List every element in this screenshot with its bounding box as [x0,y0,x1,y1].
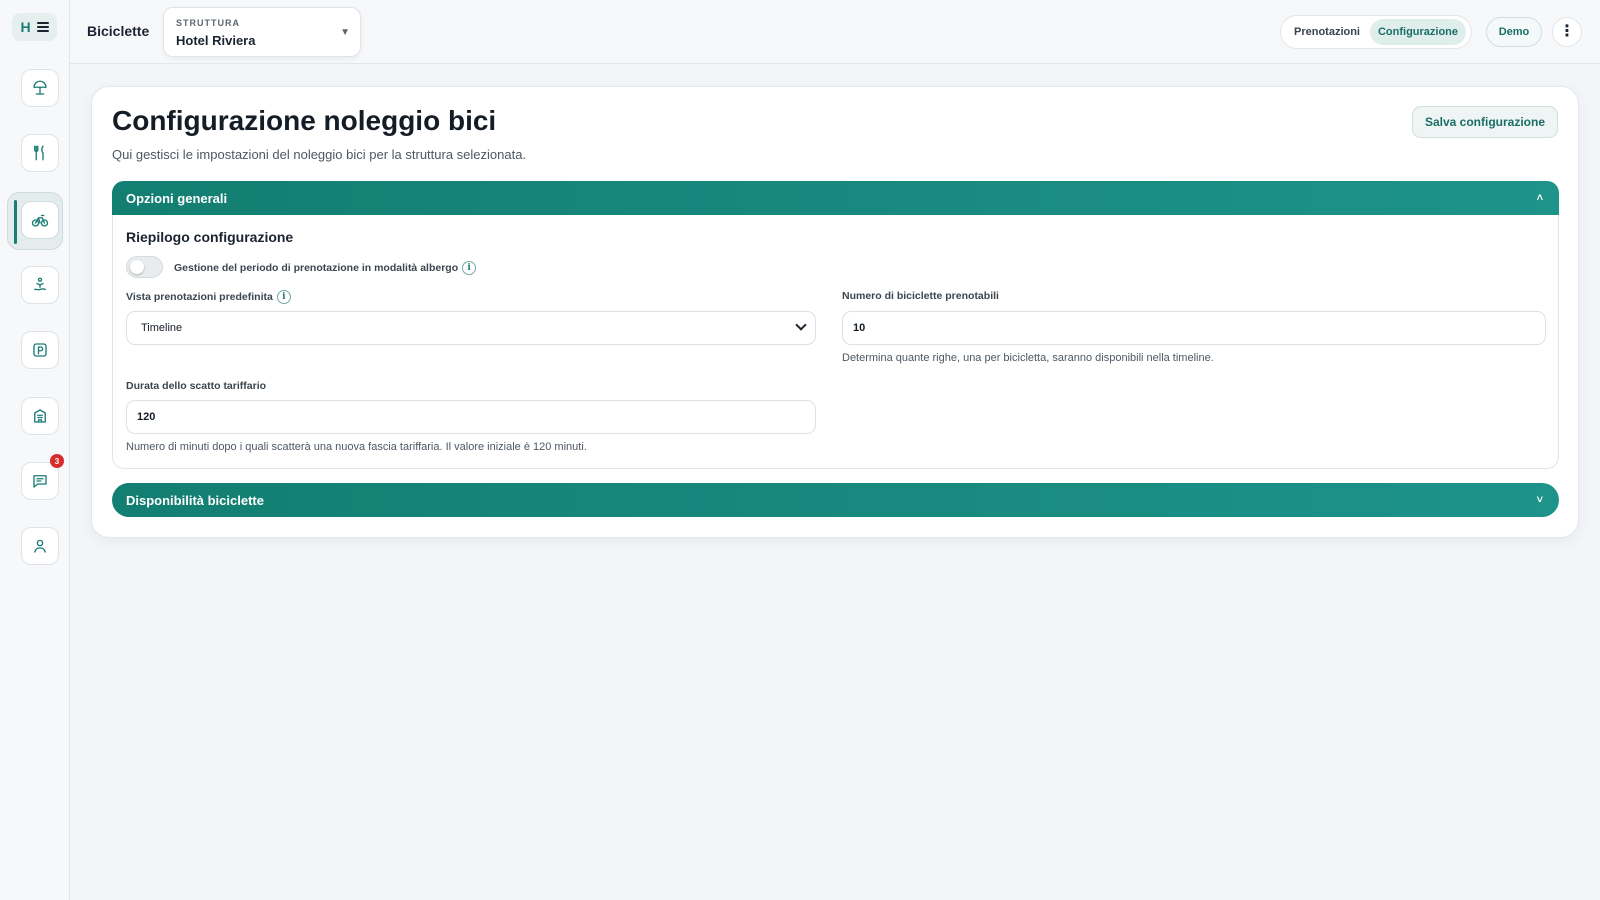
config-card: Configurazione noleggio bici Qui gestisc… [91,86,1579,538]
beach-umbrella-icon [33,80,47,95]
duration-help: Numero di minuti dopo i quali scatterà u… [126,441,587,453]
structure-label: STRUTTURA [176,18,240,28]
page-title: Configurazione noleggio bici [112,105,497,136]
logo: H [20,19,31,35]
bikes-help: Determina quante righe, una per biciclet… [842,352,1214,364]
bicycle-icon [31,214,49,227]
bikes-label: Numero di biciclette prenotabili [842,290,999,302]
nav-active-indicator [14,200,17,244]
hotel-mode-toggle[interactable] [126,256,163,278]
page-subtitle: Qui gestisci le impostazioni del noleggi… [112,147,527,162]
accordion-general-header[interactable]: Opzioni generali ˄ [112,181,1559,215]
chevron-down-icon: ˅ [1536,494,1543,506]
sidebar: H 3 [0,0,70,900]
tab-configurazione[interactable]: Configurazione [1370,19,1466,45]
info-icon[interactable]: i [462,261,477,275]
nav-spa[interactable] [21,266,59,304]
notification-badge: 3 [50,454,64,468]
tab-prenotazioni[interactable]: Prenotazioni [1284,19,1370,45]
user-icon [34,539,46,553]
save-config-button[interactable]: Salva configurazione [1411,106,1558,138]
info-icon[interactable]: i [276,290,291,304]
summary-title: Riepilogo configurazione [126,229,294,245]
view-tabs: Prenotazioni Configurazione [1280,15,1472,49]
building-icon [34,409,46,423]
view-label-text: Vista prenotazioni predefinita [126,290,273,303]
demo-button[interactable]: Demo [1486,17,1542,47]
menu-button[interactable]: H [12,13,57,41]
duration-input[interactable]: 120 [126,400,816,434]
hamburger-icon [36,22,49,32]
nav-bikes[interactable] [21,201,59,239]
accordion-availability-header[interactable]: Disponibilità biciclette ˅ [112,483,1559,517]
hotel-mode-label: Gestione del periodo di prenotazione in … [174,261,477,275]
nav-messages[interactable]: 3 [21,454,64,500]
structure-select[interactable]: STRUTTURA Hotel Riviera ▼ [163,7,361,57]
fork-knife-icon [34,145,44,161]
accordion-availability-title: Disponibilità biciclette [126,492,264,508]
accordion-general-title: Opzioni generali [126,190,228,206]
topbar: Biciclette STRUTTURA Hotel Riviera ▼ Pre… [70,0,1600,64]
duration-label: Durata dello scatto tariffario [126,380,267,392]
kebab-icon: ⋮ [1559,23,1575,40]
nav-parking[interactable] [21,331,59,369]
parking-icon [33,343,47,357]
spa-icon [34,277,46,291]
section-title: Biciclette [87,23,150,39]
chevron-down-icon [795,319,807,331]
structure-value: Hotel Riviera [176,33,256,48]
view-select-value: Timeline [141,322,183,334]
chat-icon [33,475,47,488]
hotel-mode-label-text: Gestione del periodo di prenotazione in … [174,261,459,274]
accordion-general-body: Riepilogo configurazione Gestione del pe… [112,215,1559,469]
nav-beach[interactable] [21,69,59,107]
nav-building[interactable] [21,397,59,435]
view-select[interactable]: Timeline [126,311,816,345]
view-label: Vista prenotazioni predefinita i [126,290,291,304]
more-menu-button[interactable]: ⋮ [1552,17,1582,47]
nav-profile[interactable] [21,527,59,565]
caret-down-icon: ▼ [340,27,350,38]
nav-restaurant[interactable] [21,134,59,172]
chevron-up-icon: ˄ [1536,192,1543,204]
bikes-count-input[interactable]: 10 [842,311,1546,345]
